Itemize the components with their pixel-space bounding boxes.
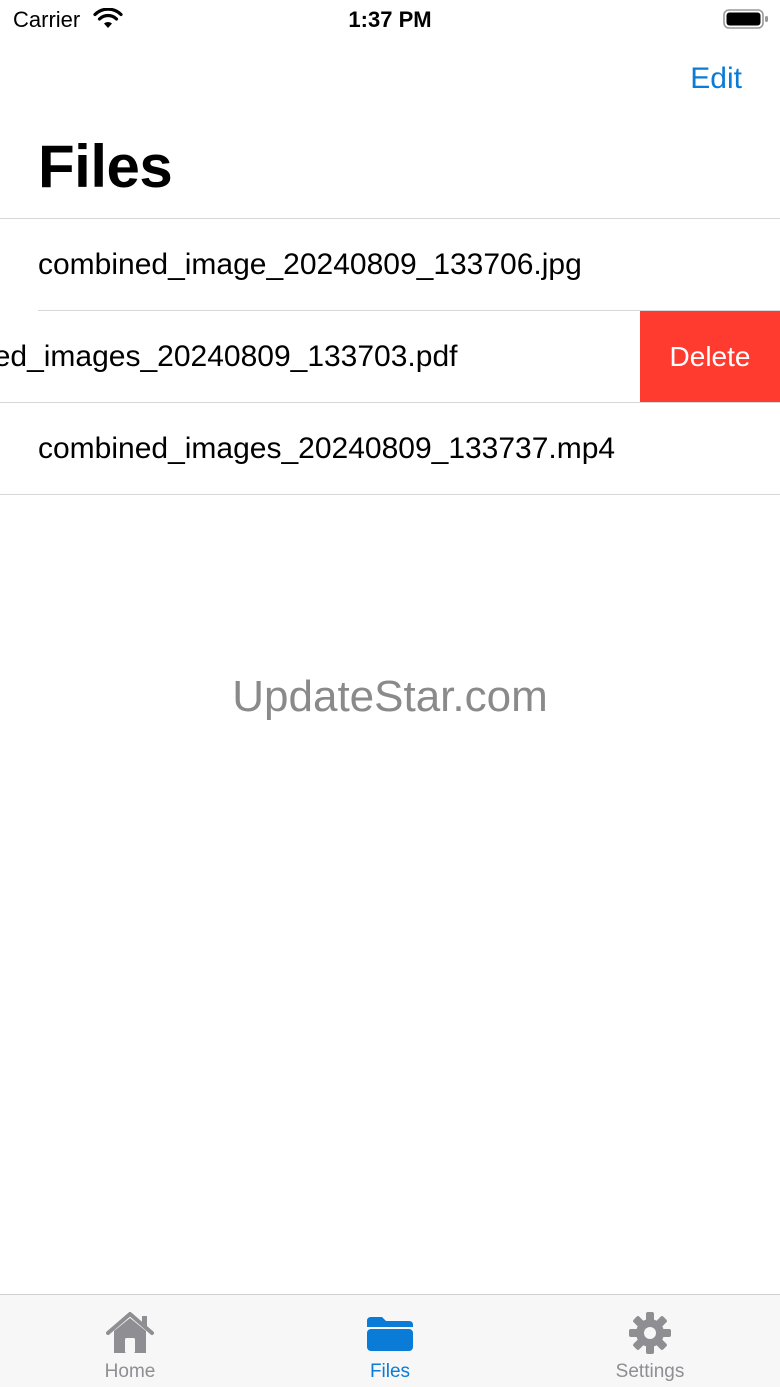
clock: 1:37 PM: [348, 7, 432, 32]
tab-label: Files: [369, 1361, 411, 1382]
watermark: UpdateStar.com: [232, 672, 548, 721]
tab-files[interactable]: Files: [260, 1295, 520, 1387]
row-separator: [0, 494, 780, 495]
tab-settings[interactable]: Settings: [520, 1295, 780, 1387]
tab-label: Settings: [615, 1361, 685, 1382]
status-bar: Carrier 1:37 PM: [0, 0, 780, 40]
file-name: combined_images_20240809_133737.mp4: [38, 432, 616, 465]
file-name: combined_image_20240809_133706.jpg: [38, 248, 582, 281]
file-row[interactable]: combined_image_20240809_133706.jpg: [0, 219, 780, 311]
file-list: combined_image_20240809_133706.jpg combi…: [0, 218, 780, 495]
house-icon: [106, 1312, 154, 1353]
gear-icon: [629, 1312, 671, 1354]
file-name: combined_images_20240809_133703.pdf: [0, 340, 458, 373]
delete-button[interactable]: Delete: [640, 311, 780, 403]
edit-button[interactable]: Edit: [690, 62, 742, 96]
tab-bar: Home Files Settings: [0, 1294, 780, 1387]
tab-home[interactable]: Home: [0, 1295, 260, 1387]
file-row[interactable]: combined_images_20240809_133737.mp4: [0, 403, 780, 495]
tab-label: Home: [104, 1361, 156, 1382]
file-row-swiped[interactable]: combined_images_20240809_133703.pdf Dele…: [0, 311, 780, 403]
battery-icon: [723, 9, 768, 29]
page-title: Files: [38, 133, 173, 200]
folder-icon: [367, 1317, 413, 1351]
